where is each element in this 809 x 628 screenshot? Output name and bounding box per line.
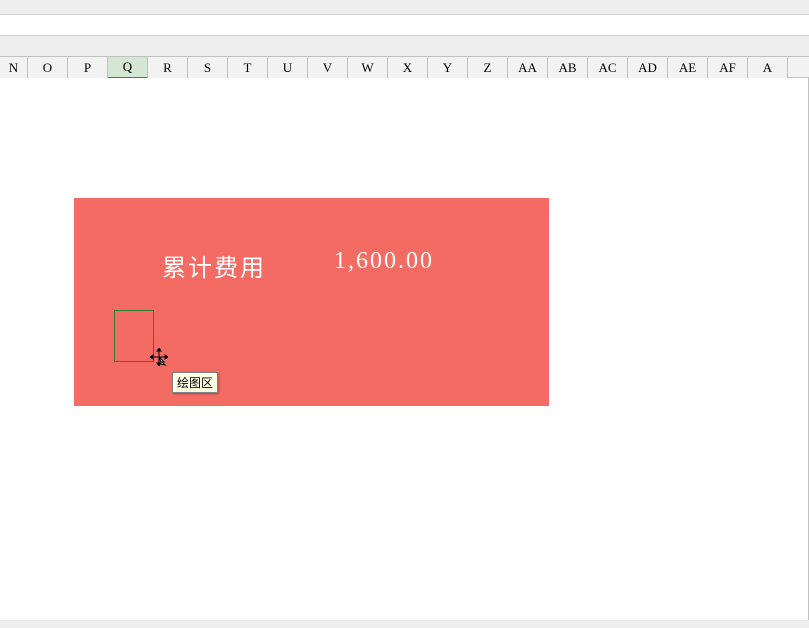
column-header-AA[interactable]: AA: [508, 57, 548, 79]
column-header-AD[interactable]: AD: [628, 57, 668, 79]
column-header-Q[interactable]: Q: [108, 57, 148, 79]
plot-area-selection[interactable]: [114, 310, 154, 362]
column-header-Y[interactable]: Y: [428, 57, 468, 79]
column-header-V[interactable]: V: [308, 57, 348, 79]
column-header-AF[interactable]: AF: [708, 57, 748, 79]
column-header-AE[interactable]: AE: [668, 57, 708, 79]
column-header-T[interactable]: T: [228, 57, 268, 79]
column-header-W[interactable]: W: [348, 57, 388, 79]
column-header-O[interactable]: O: [28, 57, 68, 79]
column-header-AC[interactable]: AC: [588, 57, 628, 79]
ribbon-area: [0, 0, 809, 14]
column-header-R[interactable]: R: [148, 57, 188, 79]
statusbar-area: [0, 620, 809, 628]
chart-value: 1,600.00: [334, 248, 434, 275]
column-header-X[interactable]: X: [388, 57, 428, 79]
column-headers-row: NOPQRSTUVWXYZAAABACADAEAFA: [0, 56, 809, 78]
column-header-N[interactable]: N: [0, 57, 28, 79]
column-header-A[interactable]: A: [748, 57, 788, 79]
column-header-S[interactable]: S: [188, 57, 228, 79]
column-header-Z[interactable]: Z: [468, 57, 508, 79]
chart-object[interactable]: 累计费用 1,600.00 绘图区: [74, 198, 549, 406]
formula-bar[interactable]: [0, 14, 809, 36]
ribbon-spacer: [0, 36, 809, 56]
worksheet-area[interactable]: 累计费用 1,600.00 绘图区: [0, 78, 809, 628]
column-header-AB[interactable]: AB: [548, 57, 588, 79]
column-header-P[interactable]: P: [68, 57, 108, 79]
tooltip-plot-area: 绘图区: [172, 372, 218, 393]
column-header-U[interactable]: U: [268, 57, 308, 79]
chart-title-label: 累计费用: [162, 248, 266, 283]
move-cursor-icon: [150, 348, 168, 366]
